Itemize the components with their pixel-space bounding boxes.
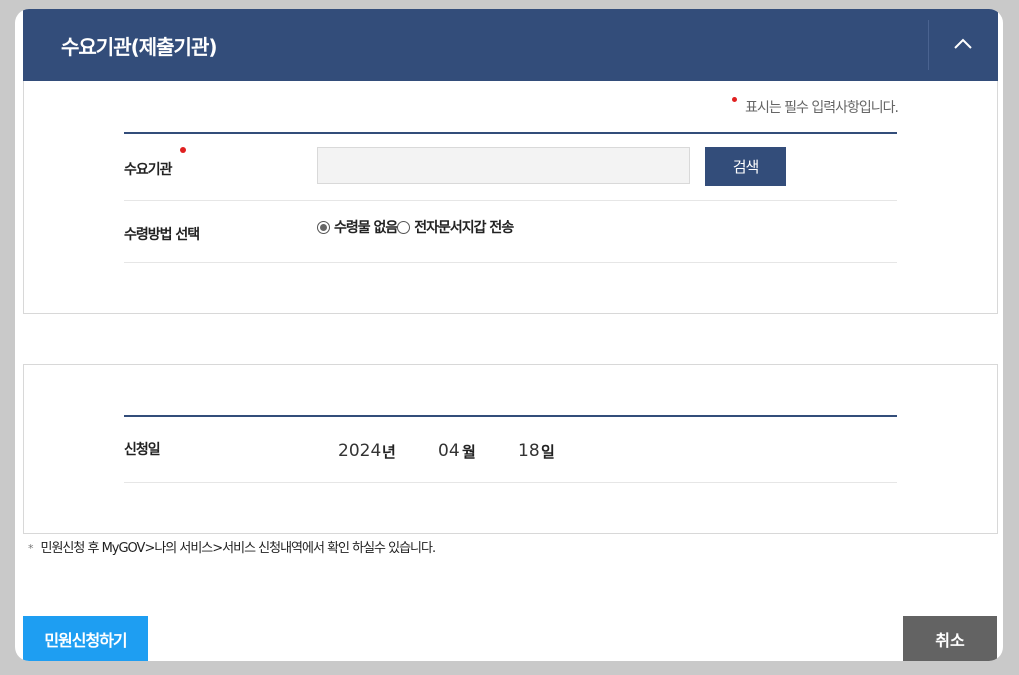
receive-method-label: 수령방법 선택	[124, 227, 200, 243]
divider	[124, 415, 897, 417]
month-value: 04	[438, 441, 460, 461]
required-note: 표시는 필수 입력사항입니다.	[732, 97, 899, 117]
month-unit: 월	[462, 443, 476, 461]
chevron-up-icon	[954, 38, 972, 49]
receive-method-radio-group: 수령물 없음 전자문서지갑 전송	[317, 217, 514, 237]
collapse-button[interactable]	[928, 20, 998, 70]
search-button[interactable]: 검색	[705, 147, 786, 186]
asterisk-icon: *	[28, 542, 33, 555]
cancel-button[interactable]: 취소	[903, 616, 997, 661]
modal-panel: 수요기관(제출기관) 표시는 필수 입력사항입니다. 수요기관 검색 수령방법 …	[15, 9, 1003, 661]
radio-button[interactable]	[397, 220, 411, 234]
notice-text: * 민원신청 후 MyGOV>나의 서비스>서비스 신청내역에서 확인 하실수 있…	[28, 541, 436, 556]
divider	[124, 132, 897, 134]
year-unit: 년	[382, 443, 396, 461]
agency-label: 수요기관	[124, 162, 173, 178]
radio-option-wallet[interactable]: 전자문서지갑 전송	[397, 217, 514, 237]
day-unit: 일	[541, 443, 555, 461]
apply-date-section: 신청일 2024 년 04 월 18 일	[23, 364, 998, 534]
apply-button[interactable]: 민원신청하기	[23, 616, 148, 661]
apply-date-label: 신청일	[124, 442, 161, 458]
year-value: 2024	[338, 441, 382, 461]
required-dot-icon	[732, 97, 738, 102]
divider	[124, 200, 897, 201]
radio-option-none[interactable]: 수령물 없음	[317, 217, 398, 237]
section-title: 수요기관(제출기관)	[61, 35, 217, 59]
divider	[124, 482, 897, 483]
agency-section: 표시는 필수 입력사항입니다. 수요기관 검색 수령방법 선택 수령물 없음 전…	[23, 81, 998, 314]
section-header: 수요기관(제출기관)	[23, 9, 998, 81]
divider	[124, 262, 897, 263]
radio-button-checked[interactable]	[317, 220, 330, 234]
day-value: 18	[518, 441, 540, 461]
required-dot-icon	[180, 147, 186, 153]
agency-input[interactable]	[317, 147, 690, 184]
